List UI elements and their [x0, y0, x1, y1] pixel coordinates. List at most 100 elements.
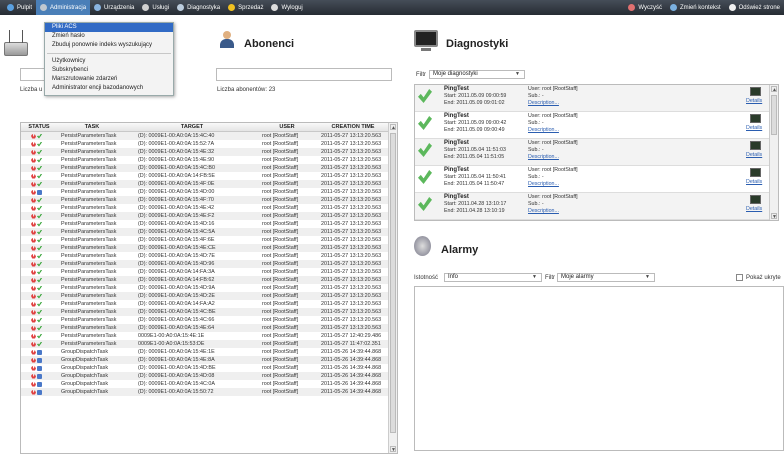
table-row[interactable]: PersistParametersTask (D): 0009E1-00:A0:0… — [21, 228, 389, 236]
table-row[interactable]: PersistParametersTask (D): 0009E1-00:A0:0… — [21, 276, 389, 284]
time-cell: 2011-05-27 13:13:20.563 — [321, 269, 382, 275]
table-row[interactable]: GroupDispatchTask (D): 0009E1-00:A0:0A:15… — [21, 348, 389, 356]
monitor-icon[interactable] — [750, 114, 761, 123]
table-row[interactable]: GroupDispatchTask (D): 0009E1-00:A0:0A:15… — [21, 364, 389, 372]
table-row[interactable]: PersistParametersTask (D): 0009E1-00:A0:0… — [21, 156, 389, 164]
nav-star-menu[interactable]: Sprzedaż — [224, 0, 267, 15]
nav-logout-menu[interactable]: Wyloguj — [267, 0, 306, 15]
table-row[interactable]: PersistParametersTask (D): 0009E1-00:A0:0… — [21, 316, 389, 324]
menu-item[interactable]: Pliki ACS — [45, 23, 173, 32]
diag-filter-value: Moje diagnostyki — [433, 71, 478, 77]
alarm-filter-select[interactable]: Moje alarmy ▼ — [557, 273, 655, 282]
refresh-button[interactable]: Odśwież strone — [725, 0, 784, 15]
nav-services-menu[interactable]: Usługi — [138, 0, 173, 15]
time-cell: 2011-05-27 13:13:20.563 — [321, 189, 382, 195]
table-row[interactable]: GroupDispatchTask (D): 0009E1-00:A0:0A:15… — [21, 372, 389, 380]
table-row[interactable]: PersistParametersTask (D): 0009E1-00:A0:0… — [21, 148, 389, 156]
diagnostics-list: PingTest Start: 2011.05.09 09:00:59 End: 2… — [414, 84, 779, 221]
table-row[interactable]: PersistParametersTask (D): 0009E1-00:A0:0… — [21, 236, 389, 244]
table-row[interactable]: PersistParametersTask (D): 0009E1-00:A0:0… — [21, 164, 389, 172]
table-row[interactable]: PersistParametersTask (D): 0009E1-00:A0:0… — [21, 324, 389, 332]
nav-gear-menu[interactable]: Administracja — [36, 0, 91, 15]
dashboard-icon — [7, 4, 14, 11]
clear-button[interactable]: Wyczyść — [624, 0, 666, 15]
diag-description-link[interactable]: Description... — [528, 208, 559, 214]
col-status[interactable]: STATUS — [21, 123, 57, 132]
monitor-icon[interactable] — [750, 195, 761, 204]
table-row[interactable]: PersistParametersTask (D): 0009E1-00:A0:0… — [21, 180, 389, 188]
monitor-icon[interactable] — [750, 168, 761, 177]
table-row[interactable]: PersistParametersTask (D): 0009E1-00:A0:0… — [21, 172, 389, 180]
table-row[interactable]: PersistParametersTask (D): 0009E1-00:A0:0… — [21, 132, 389, 140]
time-cell: 2011-05-26 14:39:44.868 — [321, 381, 382, 387]
status-result-icon — [37, 325, 42, 331]
col-target[interactable]: TARGET — [127, 123, 257, 132]
details-link[interactable]: Details — [746, 98, 762, 104]
table-row[interactable]: GroupDispatchTask (D): 0009E1-00:A0:0A:15… — [21, 356, 389, 364]
table-row[interactable]: PersistParametersTask (D): 0009E1-00:A0:0… — [21, 204, 389, 212]
scroll-down-icon[interactable]: ▼ — [390, 446, 396, 453]
target-cell: (D): 0009E1-00:A0:0A:15:4D:00 — [138, 189, 215, 195]
col-task[interactable]: TASK — [57, 123, 127, 132]
menu-item[interactable]: Administrator encji bazodanowych — [45, 84, 173, 93]
table-row[interactable]: PersistParametersTask (D): 0009E1-00:A0:0… — [21, 268, 389, 276]
table-row[interactable]: PersistParametersTask (D): 0009E1-00:A0:0… — [21, 220, 389, 228]
diag-description-link[interactable]: Description... — [528, 127, 559, 133]
col-creation-time[interactable]: CREATION TIME — [317, 123, 389, 132]
menu-item[interactable]: Marszrutowanie zdarzeń — [45, 75, 173, 84]
monitor-icon[interactable] — [750, 87, 761, 96]
diag-scrollbar[interactable]: ▲ ▼ — [769, 85, 778, 220]
task-cell: PersistParametersTask — [61, 221, 117, 227]
diag-description-link[interactable]: Description... — [528, 154, 559, 160]
table-row[interactable]: PersistParametersTask 0009E1-00:A0:0A:15:… — [21, 332, 389, 340]
menu-item[interactable]: Subskrybenci — [45, 66, 173, 75]
status-result-icon — [37, 293, 42, 299]
table-row[interactable]: PersistParametersTask (D): 0009E1-00:A0:0… — [21, 244, 389, 252]
scroll-up-icon[interactable]: ▲ — [771, 86, 777, 93]
table-row[interactable]: PersistParametersTask (D): 0009E1-00:A0:0… — [21, 196, 389, 204]
menu-item[interactable]: Użytkownicy — [45, 57, 173, 66]
table-row[interactable]: GroupDispatchTask (D): 0009E1-00:A0:0A:15… — [21, 380, 389, 388]
table-row[interactable]: PersistParametersTask (D): 0009E1-00:A0:0… — [21, 260, 389, 268]
diag-description-link[interactable]: Description... — [528, 181, 559, 187]
alarms-list — [414, 286, 784, 451]
diag-filter-select[interactable]: Moje diagnostyki ▼ — [429, 70, 525, 79]
scroll-down-icon[interactable]: ▼ — [771, 213, 777, 220]
details-link[interactable]: Details — [746, 125, 762, 131]
nav-dashboard-menu[interactable]: Pulpit — [3, 0, 36, 15]
context-button[interactable]: Zmień kontekst — [666, 0, 725, 15]
grid-scrollbar[interactable]: ▲ ▼ — [388, 123, 397, 453]
task-cell: PersistParametersTask — [61, 229, 117, 235]
nav-label: Urządzenia — [104, 4, 135, 11]
diag-description-link[interactable]: Description... — [528, 100, 559, 106]
table-row[interactable]: PersistParametersTask (D): 0009E1-00:A0:0… — [21, 284, 389, 292]
diag-scroll-thumb[interactable] — [771, 95, 777, 135]
user-cell: root [RootStaff] — [262, 349, 299, 355]
details-link[interactable]: Details — [746, 179, 762, 185]
table-row[interactable]: PersistParametersTask (D): 0009E1-00:A0:0… — [21, 308, 389, 316]
grid-scroll-thumb[interactable] — [390, 133, 396, 433]
table-row[interactable]: PersistParametersTask (D): 0009E1-00:A0:0… — [21, 212, 389, 220]
table-row[interactable]: PersistParametersTask (D): 0009E1-00:A0:0… — [21, 140, 389, 148]
nav-device-menu[interactable]: Urządzenia — [90, 0, 138, 15]
table-row[interactable]: PersistParametersTask (D): 0009E1-00:A0:0… — [21, 292, 389, 300]
table-row[interactable]: PersistParametersTask (D): 0009E1-00:A0:0… — [21, 188, 389, 196]
alarm-severity-select[interactable]: Info ▼ — [444, 273, 542, 282]
menu-item[interactable]: Zbuduj ponownie indeks wyszukujący — [45, 41, 173, 50]
details-link[interactable]: Details — [746, 206, 762, 212]
user-cell: root [RootStaff] — [262, 189, 299, 195]
table-row[interactable]: PersistParametersTask (D): 0009E1-00:A0:0… — [21, 252, 389, 260]
table-row[interactable]: PersistParametersTask 0009E1-00:A0:0A:15:… — [21, 340, 389, 348]
scroll-up-icon[interactable]: ▲ — [390, 124, 396, 131]
nav-label: Pulpit — [17, 4, 33, 11]
task-cell: PersistParametersTask — [61, 173, 117, 179]
nav-diagnostics-menu[interactable]: Diagnostyka — [173, 0, 224, 15]
menu-item[interactable]: Zmień hasło — [45, 32, 173, 41]
col-user[interactable]: USER — [257, 123, 317, 132]
show-hidden-checkbox[interactable] — [736, 274, 743, 281]
abonenci-search-input[interactable] — [216, 68, 392, 81]
table-row[interactable]: PersistParametersTask (D): 0009E1-00:A0:0… — [21, 300, 389, 308]
details-link[interactable]: Details — [746, 152, 762, 158]
monitor-icon[interactable] — [750, 141, 761, 150]
table-row[interactable]: GroupDispatchTask (D): 0009E1-00:A0:0A:15… — [21, 388, 389, 396]
